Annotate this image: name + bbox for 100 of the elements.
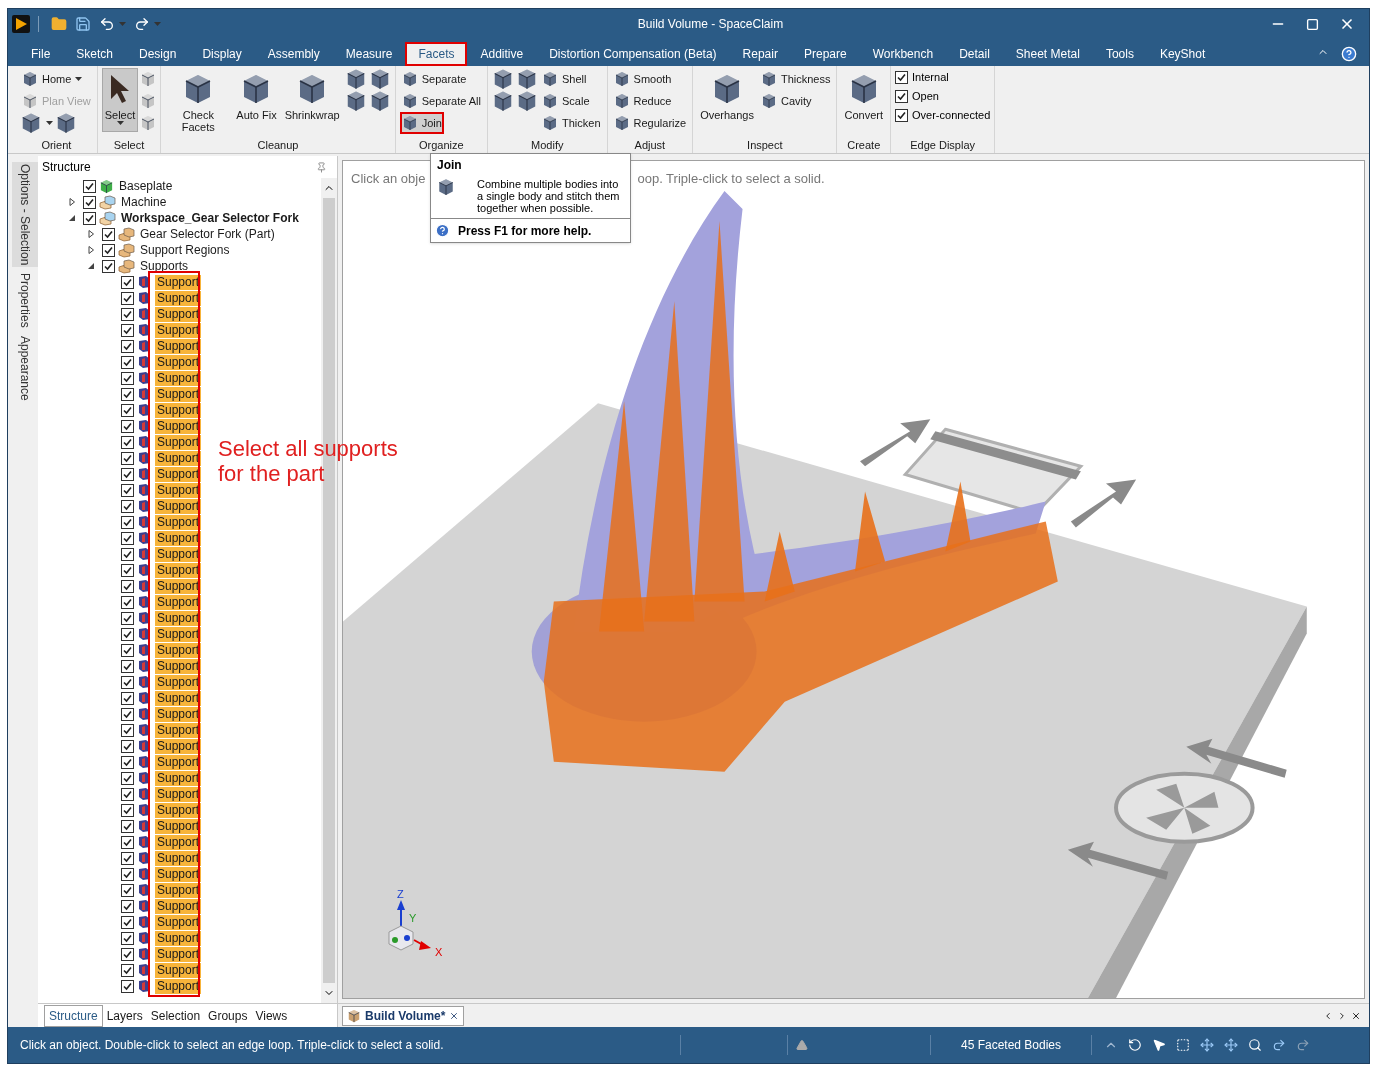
- tree-item[interactable]: Support: [155, 722, 202, 738]
- tree-item[interactable]: Support: [155, 978, 202, 994]
- checkbox[interactable]: [121, 755, 134, 769]
- checkbox[interactable]: [121, 979, 134, 993]
- checkbox[interactable]: [121, 387, 134, 401]
- panel-tab[interactable]: Selection: [146, 1004, 205, 1027]
- side-tab[interactable]: Appearance: [12, 334, 38, 403]
- tree-item[interactable]: Support: [155, 514, 202, 530]
- ribbon-button[interactable]: Thickness: [758, 68, 833, 90]
- ribbon-tab[interactable]: Detail: [946, 42, 1003, 66]
- tree-item[interactable]: Support: [155, 626, 202, 642]
- ribbon-button[interactable]: Smooth: [611, 68, 674, 90]
- tree-item[interactable]: Support: [155, 642, 202, 658]
- tree-item[interactable]: Support: [155, 354, 202, 370]
- tree-item[interactable]: Support: [155, 738, 202, 754]
- tool-button[interactable]: [492, 90, 514, 112]
- ribbon-button[interactable]: Select: [101, 68, 139, 132]
- tree-item[interactable]: Support: [155, 290, 202, 306]
- ribbon-tab[interactable]: Assembly: [254, 42, 333, 66]
- side-tab[interactable]: Options - Selection: [12, 162, 38, 268]
- expand-icon[interactable]: [68, 198, 76, 206]
- tree-item[interactable]: Support: [155, 770, 202, 786]
- tree-item[interactable]: Support: [155, 818, 202, 834]
- close-icon[interactable]: [1351, 1010, 1361, 1021]
- tree-item[interactable]: Support: [155, 690, 202, 706]
- tree-item[interactable]: Support: [155, 338, 202, 354]
- tool-button[interactable]: [516, 68, 538, 90]
- checkbox[interactable]: [121, 307, 134, 321]
- ribbon-button[interactable]: Scale: [540, 90, 592, 112]
- checkbox[interactable]: [121, 915, 134, 929]
- checkbox[interactable]: [121, 467, 134, 481]
- tree-item[interactable]: Gear Selector Fork (Part): [138, 226, 277, 242]
- tree-item[interactable]: Support: [155, 482, 202, 498]
- triangle-icon[interactable]: [796, 1039, 808, 1051]
- scroll-right-icon[interactable]: [1337, 1010, 1347, 1021]
- checkbox[interactable]: [121, 563, 134, 577]
- checkbox[interactable]: [121, 739, 134, 753]
- checkbox[interactable]: [121, 723, 134, 737]
- checkbox[interactable]: [121, 835, 134, 849]
- tree-item[interactable]: Support: [155, 850, 202, 866]
- checkbox[interactable]: [121, 787, 134, 801]
- document-tab[interactable]: Build Volume*: [342, 1005, 465, 1026]
- tree-item[interactable]: Workspace_Gear Selector Fork: [119, 210, 301, 226]
- tree-item[interactable]: Support: [155, 610, 202, 626]
- side-tab[interactable]: Properties: [12, 271, 38, 331]
- collapse-icon[interactable]: [87, 262, 95, 270]
- ribbon-button[interactable]: Thicken: [540, 112, 603, 134]
- panel-tab[interactable]: Views: [251, 1004, 292, 1027]
- tree-item[interactable]: Support: [155, 786, 202, 802]
- ribbon-button[interactable]: Convert: [841, 68, 886, 132]
- ribbon-tab[interactable]: Measure: [332, 42, 406, 66]
- ribbon-button[interactable]: Reduce: [611, 90, 674, 112]
- arrow-icon[interactable]: [1296, 1038, 1310, 1052]
- ribbon-button[interactable]: Check Facets: [165, 68, 232, 136]
- move-icon[interactable]: [1224, 1038, 1238, 1052]
- checkbox[interactable]: [121, 899, 134, 913]
- checkbox[interactable]: [83, 211, 96, 225]
- tree-item[interactable]: Support: [155, 546, 202, 562]
- tree-item[interactable]: Support: [155, 946, 202, 962]
- checkbox[interactable]: [895, 71, 908, 84]
- tree-item[interactable]: Support: [155, 962, 202, 978]
- ribbon-button[interactable]: Join: [399, 112, 444, 134]
- ribbon-tab[interactable]: KeyShot: [1146, 42, 1219, 66]
- checkbox[interactable]: [121, 531, 134, 545]
- ribbon-tab[interactable]: Display: [189, 42, 255, 66]
- rotate-icon[interactable]: [1128, 1038, 1142, 1052]
- checkbox-option[interactable]: Over-connected: [895, 106, 991, 125]
- close-tab-icon[interactable]: [449, 1010, 460, 1021]
- tree-item[interactable]: Support: [155, 866, 202, 882]
- ribbon-button[interactable]: Separate: [399, 68, 469, 90]
- tree-item[interactable]: Support: [155, 706, 202, 722]
- checkbox[interactable]: [121, 595, 134, 609]
- ribbon-button[interactable]: Auto Fix: [233, 68, 280, 132]
- tree-item[interactable]: Support: [155, 594, 202, 610]
- pointer-icon[interactable]: [1152, 1038, 1166, 1052]
- tool-button[interactable]: [55, 112, 77, 134]
- checkbox-option[interactable]: Internal: [895, 68, 949, 87]
- checkbox[interactable]: [121, 819, 134, 833]
- checkbox[interactable]: [121, 707, 134, 721]
- checkbox[interactable]: [121, 323, 134, 337]
- scroll-left-icon[interactable]: [1323, 1010, 1333, 1021]
- maximize-icon[interactable]: [1306, 17, 1319, 31]
- save-icon[interactable]: [75, 16, 91, 32]
- open-icon[interactable]: [51, 16, 67, 32]
- checkbox[interactable]: [121, 435, 134, 449]
- checkbox-option[interactable]: Open: [895, 87, 939, 106]
- checkbox[interactable]: [121, 291, 134, 305]
- ribbon-tab[interactable]: Facets: [405, 42, 468, 66]
- checkbox[interactable]: [83, 195, 96, 209]
- checkbox[interactable]: [121, 483, 134, 497]
- tree-item[interactable]: Support: [155, 578, 202, 594]
- checkbox[interactable]: [121, 851, 134, 865]
- tree-item[interactable]: Support: [155, 930, 202, 946]
- tool-button[interactable]: [492, 68, 514, 90]
- tree-item[interactable]: Machine: [119, 194, 169, 210]
- checkbox[interactable]: [102, 259, 115, 273]
- tree-item[interactable]: Support: [155, 562, 202, 578]
- tree-item[interactable]: Support: [155, 834, 202, 850]
- checkbox[interactable]: [121, 515, 134, 529]
- tree-item[interactable]: Support: [155, 386, 202, 402]
